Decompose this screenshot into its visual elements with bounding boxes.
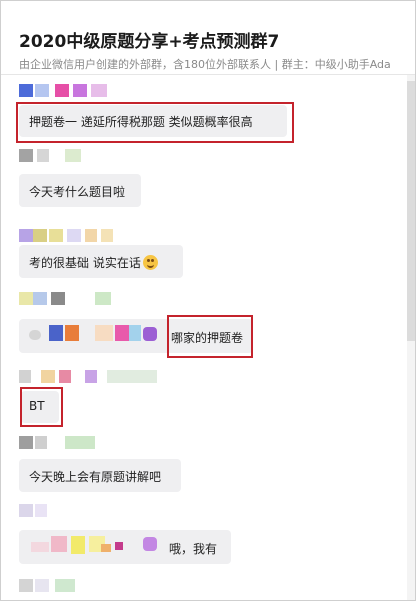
heart-emoji: [143, 537, 157, 551]
chat-window: 2020中级原题分享+考点预测群7 由企业微信用户创建的外部群，含180位外部联…: [0, 0, 416, 601]
highlight-box: [20, 387, 63, 427]
sender-name-blurred: [19, 579, 89, 592]
group-title: 2020中级原题分享+考点预测群7: [19, 32, 280, 52]
sender-name-blurred: [19, 84, 139, 97]
sender-name-blurred: [19, 370, 159, 383]
message-text: 考的很基础 说实在话: [29, 254, 158, 271]
sender-name-blurred: [19, 436, 109, 449]
message-bubble[interactable]: 考的很基础 说实在话: [19, 245, 183, 278]
grinning-sweat-emoji: [142, 255, 158, 270]
heart-emoji: [143, 327, 157, 341]
sender-name-blurred: [19, 292, 119, 305]
group-subtitle: 由企业微信用户创建的外部群，含180位外部联系人 | 群主：中级小助手Ada: [19, 58, 391, 71]
sender-name-blurred: [19, 229, 129, 242]
highlight-box: [16, 102, 294, 143]
sender-name-blurred: [19, 149, 99, 162]
highlight-box: [167, 315, 253, 358]
message-text: 哦，我有: [169, 542, 218, 556]
message-bubble[interactable]: 哦，我有: [19, 530, 231, 564]
message-bubble[interactable]: 今天考什么题目啦: [19, 174, 141, 207]
message-text: 今天考什么题目啦: [29, 185, 126, 199]
message-bubble[interactable]: 今天晚上会有原题讲解吧: [19, 459, 181, 492]
message-text: 今天晚上会有原题讲解吧: [29, 470, 162, 484]
sender-name-blurred: [19, 504, 79, 517]
header-divider: [1, 74, 415, 75]
scrollbar-thumb[interactable]: [407, 81, 415, 341]
